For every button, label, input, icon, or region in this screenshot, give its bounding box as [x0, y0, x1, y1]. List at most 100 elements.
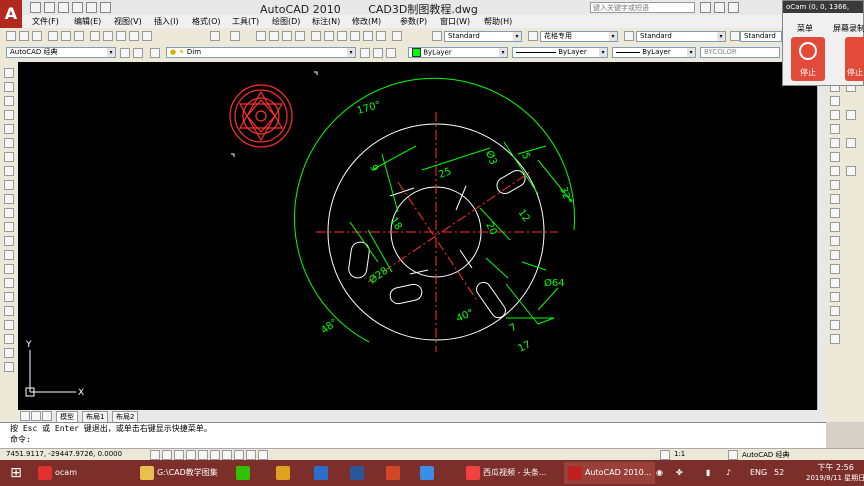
break-icon[interactable]	[830, 222, 840, 232]
revcloud-icon[interactable]	[4, 166, 14, 176]
star-icon[interactable]	[714, 2, 725, 13]
osnap-center-icon[interactable]	[830, 320, 840, 330]
menu-modify[interactable]: 修改(M)	[352, 16, 381, 27]
annotation-scale-icon[interactable]	[660, 450, 670, 460]
pan-icon[interactable]	[256, 31, 266, 41]
move-icon[interactable]	[830, 138, 840, 148]
layer-properties-icon[interactable]	[150, 48, 160, 58]
copy-icon[interactable]	[103, 31, 113, 41]
hatch-icon[interactable]	[4, 264, 14, 274]
drawing-canvas[interactable]: 170° 48° 32° 25 20 18 12 9 5 7 40° 17 Ø2…	[18, 62, 820, 410]
app-taskbar-icon[interactable]	[276, 462, 293, 484]
save-icon[interactable]	[32, 31, 42, 41]
make-current-icon[interactable]	[360, 48, 370, 58]
workspace-save-icon[interactable]	[133, 48, 143, 58]
ortho-mode-icon[interactable]	[174, 450, 184, 460]
polyline-icon[interactable]	[4, 96, 14, 106]
new-icon[interactable]	[30, 2, 41, 13]
workspace-settings-icon[interactable]	[120, 48, 130, 58]
ocam-stop-button[interactable]: 停止	[791, 37, 825, 81]
line-icon[interactable]	[4, 68, 14, 78]
make-block-icon[interactable]	[4, 236, 14, 246]
snap-mode-icon[interactable]	[150, 450, 160, 460]
dyn-input-icon[interactable]	[234, 450, 244, 460]
osnap-midpoint-icon[interactable]	[830, 306, 840, 316]
dim-linear-icon[interactable]	[4, 334, 14, 344]
powerpoint-taskbar-icon[interactable]	[386, 462, 403, 484]
polar-tracking-icon[interactable]	[186, 450, 196, 460]
tray-network-icon[interactable]: ▮	[706, 462, 710, 484]
start-windows-icon[interactable]: ⊞	[4, 462, 28, 484]
design-center-icon[interactable]	[324, 31, 334, 41]
menu-edit[interactable]: 编辑(E)	[74, 16, 101, 27]
layer-select[interactable]: ● ☀ Dim ▾	[166, 47, 356, 58]
search-input[interactable]: 键入关键字或短语	[590, 2, 695, 13]
open-icon[interactable]	[19, 31, 29, 41]
redo-icon[interactable]	[230, 31, 240, 41]
layer-state-icon[interactable]	[386, 48, 396, 58]
workspace-select[interactable]: AutoCAD 经典 ▾	[6, 47, 116, 58]
plot-icon[interactable]	[48, 31, 58, 41]
workspace-switch-icon[interactable]	[728, 450, 738, 460]
otrack-icon[interactable]	[210, 450, 220, 460]
taskbar-item-xigua[interactable]: 西瓜视频 - 头条...	[466, 462, 547, 484]
color-select[interactable]: ByLayer ▾	[408, 47, 508, 58]
array-icon[interactable]	[830, 124, 840, 134]
help-icon[interactable]	[392, 31, 402, 41]
fillet-icon[interactable]	[830, 264, 840, 274]
next-tab-icon[interactable]	[42, 411, 52, 421]
zoom-realtime-icon[interactable]	[269, 31, 279, 41]
grid-mode-icon[interactable]	[162, 450, 172, 460]
cut-icon[interactable]	[90, 31, 100, 41]
plotstyle-select[interactable]: BYCOLOR	[700, 47, 780, 58]
object-snap-icon[interactable]	[198, 450, 208, 460]
quick-properties-icon[interactable]	[258, 450, 268, 460]
join-icon[interactable]	[830, 236, 840, 246]
text-style-select[interactable]: Standard ▾	[444, 31, 522, 42]
first-tab-icon[interactable]	[20, 411, 30, 421]
stretch-icon[interactable]	[830, 180, 840, 190]
lineweight-select[interactable]: ByLayer ▾	[612, 47, 696, 58]
taskbar-item-folder[interactable]: G:\CAD教学图集	[140, 462, 218, 484]
rotate-icon[interactable]	[830, 152, 840, 162]
markup-icon[interactable]	[363, 31, 373, 41]
insert-block-icon[interactable]	[4, 222, 14, 232]
menu-window[interactable]: 窗口(W)	[440, 16, 470, 27]
qnew-icon[interactable]	[6, 31, 16, 41]
rectangle-icon[interactable]	[4, 124, 14, 134]
ellipse-arc-icon[interactable]	[4, 208, 14, 218]
text-a-icon[interactable]	[830, 334, 840, 344]
offset-icon[interactable]	[830, 110, 840, 120]
chamfer-icon[interactable]	[830, 250, 840, 260]
region-icon[interactable]	[4, 292, 14, 302]
menu-tools[interactable]: 工具(T)	[232, 16, 259, 27]
publish-icon[interactable]	[74, 31, 84, 41]
dim-aligned-icon[interactable]	[4, 348, 14, 358]
dim-arc-icon[interactable]	[4, 362, 14, 372]
menu-insert[interactable]: 插入(I)	[154, 16, 179, 27]
mirror-icon[interactable]	[830, 96, 840, 106]
taskbar-item-autocad[interactable]: AutoCAD 2010...	[564, 462, 656, 484]
clock[interactable]: 下午 2:56 2019/8/11 星期日	[806, 463, 864, 485]
block-editor-icon[interactable]	[142, 31, 152, 41]
zoom-window-icon[interactable]	[282, 31, 292, 41]
lineweight-toggle-icon[interactable]	[246, 450, 256, 460]
construction-line-icon[interactable]	[4, 82, 14, 92]
dim-style-icon[interactable]	[528, 31, 538, 41]
dim-style-select[interactable]: 花格专用 ▾	[540, 31, 618, 42]
polygon-icon[interactable]	[4, 110, 14, 120]
scale-icon[interactable]	[830, 166, 840, 176]
table-style-select[interactable]: Standard ▾	[636, 31, 726, 42]
paste-icon[interactable]	[116, 31, 126, 41]
menu-file[interactable]: 文件(F)	[32, 16, 59, 27]
tray-record-icon[interactable]: ◉	[656, 462, 663, 484]
tray-volume-icon[interactable]: ♪	[726, 462, 731, 484]
layer-previous-icon[interactable]	[373, 48, 383, 58]
wechat-taskbar-icon[interactable]	[236, 462, 253, 484]
battery-level[interactable]: 52	[774, 462, 784, 484]
menu-help[interactable]: 帮助(H)	[484, 16, 512, 27]
save-icon[interactable]	[58, 2, 69, 13]
linetype-select[interactable]: ByLayer ▾	[512, 47, 608, 58]
arc-icon[interactable]	[4, 138, 14, 148]
multileader-style-icon[interactable]	[730, 31, 740, 41]
